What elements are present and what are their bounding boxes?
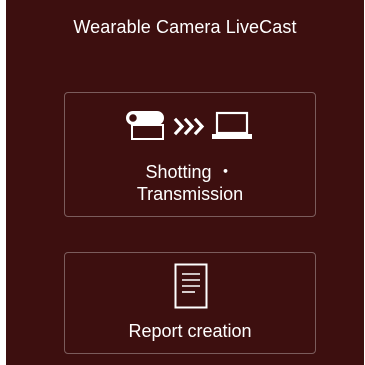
report-creation-label: Report creation xyxy=(128,321,252,341)
app-screen: Wearable Camera LiveCast Shotting ・ Tran… xyxy=(6,0,364,365)
laptop-icon xyxy=(212,111,252,139)
shooting-transmission-button[interactable]: Shotting ・ Transmission xyxy=(64,92,316,217)
document-icon xyxy=(174,263,208,309)
shooting-icons xyxy=(65,107,315,141)
shooting-label-line1: Shotting ・ xyxy=(145,162,235,182)
shooting-label-line2: Transmission xyxy=(136,184,244,204)
transmit-arrows-icon xyxy=(173,117,205,136)
shooting-transmission-label: Shotting ・ Transmission xyxy=(65,161,315,205)
camera-icon xyxy=(126,111,164,140)
app-title: Wearable Camera LiveCast xyxy=(73,17,297,37)
report-creation-button[interactable]: Report creation xyxy=(64,252,316,354)
